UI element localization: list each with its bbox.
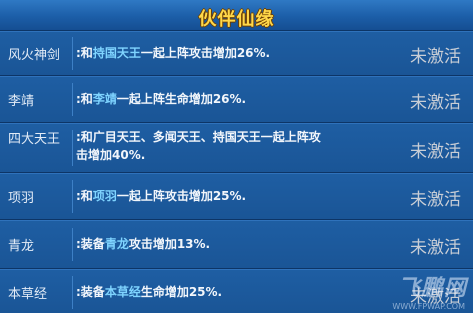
equipment-highlight: 青龙: [104, 237, 129, 251]
fate-description: :和项羽一起上阵攻击增加25%.: [76, 189, 247, 203]
status-inactive: 未激活: [410, 238, 461, 258]
fate-row-3[interactable]: 四大天王 :和广目天王、多闻天王、持国天王一起上阵攻 击增加40%. 未激活: [0, 123, 473, 173]
row-divider: [72, 276, 73, 309]
fate-description: :装备青龙攻击增加13%.: [76, 237, 211, 251]
fate-description: :和持国天王一起上阵攻击增加26%.: [76, 46, 271, 60]
fate-row-1[interactable]: 风火神剑 :和持国天王一起上阵攻击增加26%. 未激活: [0, 31, 473, 76]
partner-highlight: 项羽: [92, 189, 117, 203]
title-bar: 伙伴仙缘: [0, 0, 473, 31]
partner-highlight: 持国天王: [92, 46, 141, 60]
partner-highlight: 李靖: [92, 92, 117, 106]
equipment-highlight: 本草经: [104, 285, 141, 299]
fate-description: :装备本草经生命增加25%.: [76, 285, 223, 299]
row-divider: [72, 37, 73, 70]
fate-name: 青龙: [8, 239, 35, 254]
site-watermark: 飞鹏网: [397, 276, 467, 301]
fate-description: :和李靖一起上阵生命增加26%.: [76, 92, 247, 106]
fate-name: 风火神剑: [8, 48, 61, 63]
status-inactive: 未激活: [410, 93, 461, 113]
fate-name: 项羽: [8, 191, 35, 206]
status-inactive: 未激活: [410, 142, 461, 162]
panel-title: 伙伴仙缘: [198, 9, 275, 30]
fate-name: 李靖: [8, 94, 35, 109]
partner-fate-panel: 伙伴仙缘 风火神剑 :和持国天王一起上阵攻击增加26%. 未激活 李靖 :和李靖…: [0, 0, 473, 313]
fate-description: :和广目天王、多闻天王、持国天王一起上阵攻 击增加40%.: [76, 130, 321, 162]
status-inactive: 未激活: [410, 47, 461, 67]
status-inactive: 未激活: [410, 190, 461, 210]
fate-row-2[interactable]: 李靖 :和李靖一起上阵生命增加26%. 未激活: [0, 76, 473, 123]
fate-name: 四大天王: [8, 132, 61, 147]
row-divider: [72, 130, 73, 166]
fate-row-5[interactable]: 青龙 :装备青龙攻击增加13%. 未激活: [0, 220, 473, 269]
row-divider: [72, 228, 73, 261]
fate-name: 本草经: [8, 287, 48, 302]
fate-row-4[interactable]: 项羽 :和项羽一起上阵攻击增加25%. 未激活: [0, 173, 473, 220]
site-watermark-url: WWW.FPWAP.COM: [392, 302, 465, 311]
row-divider: [72, 83, 73, 116]
row-divider: [72, 180, 73, 213]
